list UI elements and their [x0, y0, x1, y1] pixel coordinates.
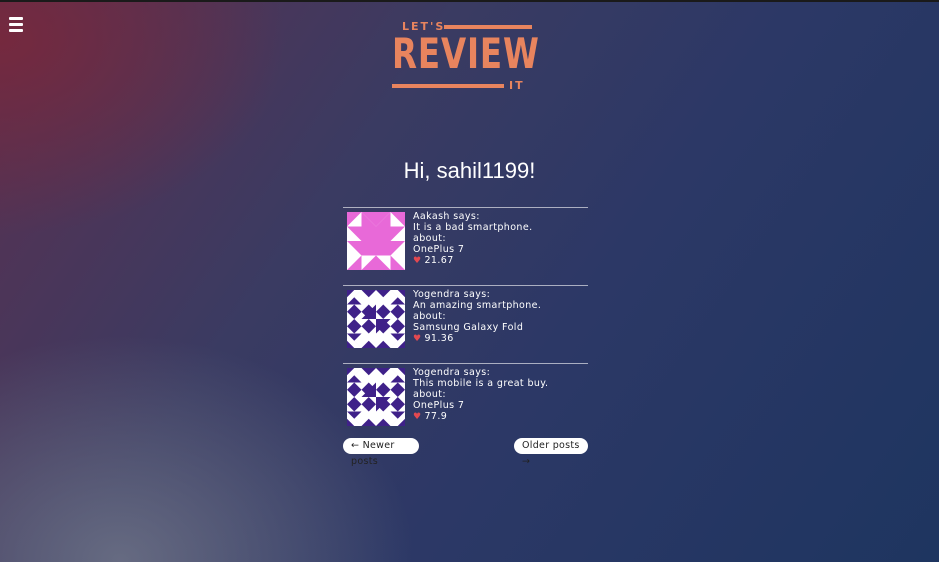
site-logo[interactable]: LET'S REVIEW IT: [392, 20, 539, 94]
top-border: [0, 0, 939, 2]
post-score: ♥ 77.9: [413, 411, 548, 423]
post-score: ♥ 91.36: [413, 333, 541, 345]
newer-posts-button[interactable]: ← Newer posts: [343, 438, 419, 467]
post-product-link[interactable]: Samsung Galaxy Fold: [413, 322, 541, 333]
review-post: Aakash says: It is a bad smartphone. abo…: [343, 207, 588, 285]
hamburger-menu-icon[interactable]: [9, 17, 23, 33]
post-author: Yogendra says:: [413, 367, 491, 378]
post-author: Yogendra says:: [413, 289, 491, 300]
post-score: ♥ 21.67: [413, 255, 533, 267]
post-score-value: 91.36: [424, 333, 454, 344]
review-post: Yogendra says: An amazing smartphone. ab…: [343, 285, 588, 363]
avatar-identicon-icon: [347, 368, 405, 426]
post-about-label: about:: [413, 233, 447, 244]
logo-bottom-bar: [392, 84, 504, 88]
post-text: An amazing smartphone.: [413, 300, 542, 311]
post-score-value: 77.9: [424, 411, 448, 422]
heart-icon[interactable]: ♥: [413, 412, 421, 422]
post-score-value: 21.67: [424, 255, 454, 266]
heart-icon[interactable]: ♥: [413, 334, 421, 344]
logo-review-text: REVIEW: [392, 29, 540, 78]
post-about-label: about:: [413, 389, 447, 400]
review-feed: Aakash says: It is a bad smartphone. abo…: [343, 207, 588, 441]
greeting-heading: Hi, sahil1199!: [403, 158, 536, 183]
post-text: It is a bad smartphone.: [413, 222, 533, 233]
post-text: This mobile is a great buy.: [413, 378, 549, 389]
avatar-identicon-icon: [347, 290, 405, 348]
logo-it-text: IT: [509, 79, 525, 92]
heart-icon[interactable]: ♥: [413, 256, 421, 266]
post-about-label: about:: [413, 311, 447, 322]
post-author: Aakash says:: [413, 211, 480, 222]
review-post: Yogendra says: This mobile is a great bu…: [343, 363, 588, 441]
post-product-link[interactable]: OnePlus 7: [413, 244, 533, 255]
older-posts-button[interactable]: Older posts →: [514, 438, 588, 467]
post-product-link[interactable]: OnePlus 7: [413, 400, 548, 411]
avatar-identicon-icon: [347, 212, 405, 270]
